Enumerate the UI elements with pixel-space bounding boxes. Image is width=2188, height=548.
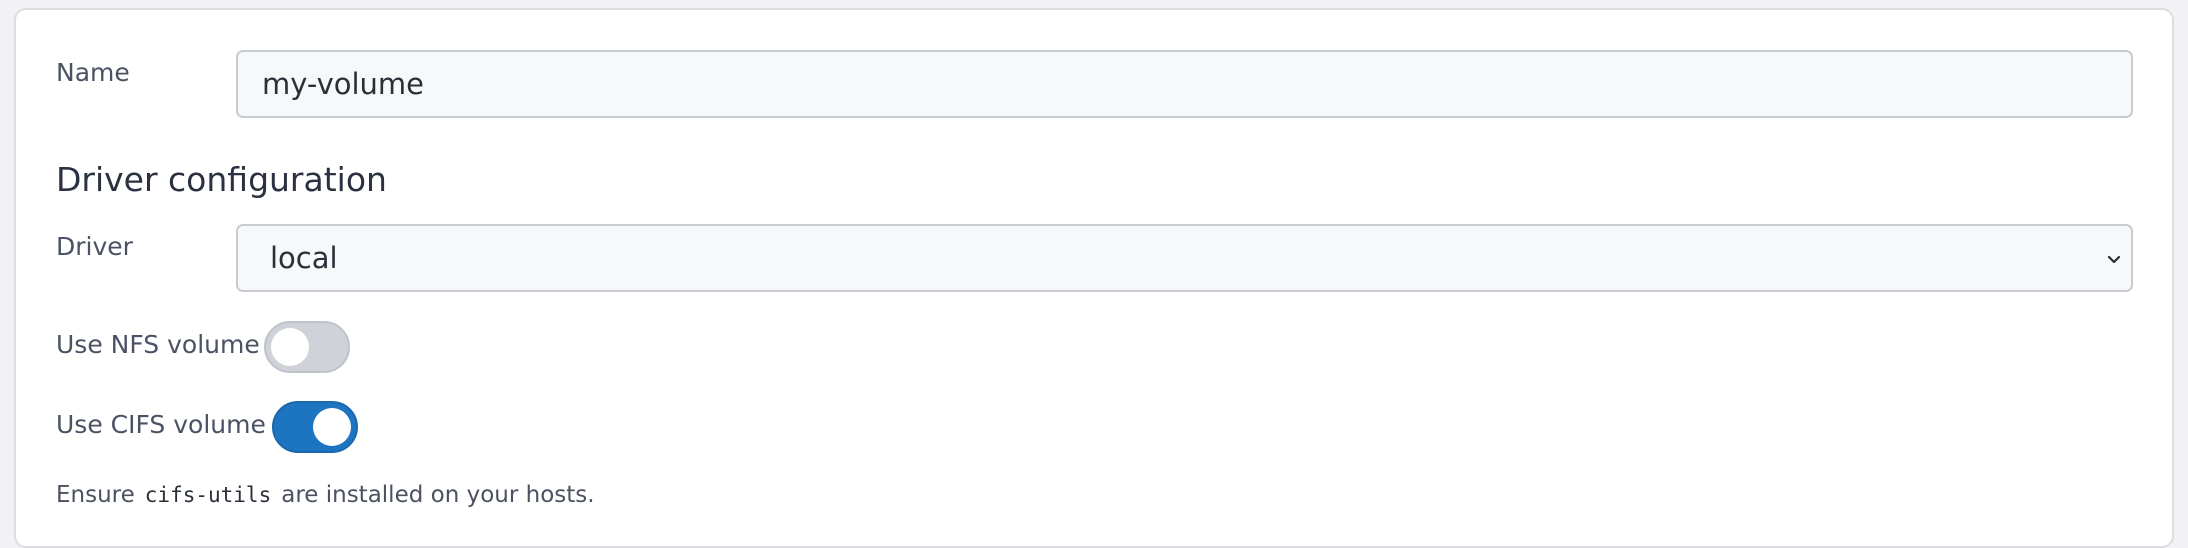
cifs-volume-label: Use CIFS volume [56, 410, 266, 439]
toggle-knob [271, 328, 309, 366]
volume-form-panel: Name my-volume Driver configuration Driv… [14, 8, 2174, 548]
name-label: Name [56, 58, 130, 87]
toggle-knob [313, 408, 351, 446]
cifs-help-text: Ensure cifs-utils are installed on your ho… [56, 482, 595, 508]
help-code: cifs-utils [144, 483, 272, 507]
driver-select-value: local [270, 241, 338, 275]
driver-select[interactable]: local [236, 224, 2133, 292]
help-suffix: are installed on your hosts. [281, 482, 595, 508]
name-input-value: my-volume [262, 67, 425, 101]
chevron-down-icon [2107, 255, 2121, 264]
name-input[interactable]: my-volume [236, 50, 2133, 118]
driver-label: Driver [56, 232, 133, 261]
driver-configuration-heading: Driver configuration [56, 160, 387, 199]
cifs-volume-toggle[interactable] [272, 401, 358, 453]
nfs-volume-label: Use NFS volume [56, 330, 260, 359]
nfs-volume-toggle[interactable] [264, 321, 350, 373]
help-prefix: Ensure [56, 482, 135, 508]
